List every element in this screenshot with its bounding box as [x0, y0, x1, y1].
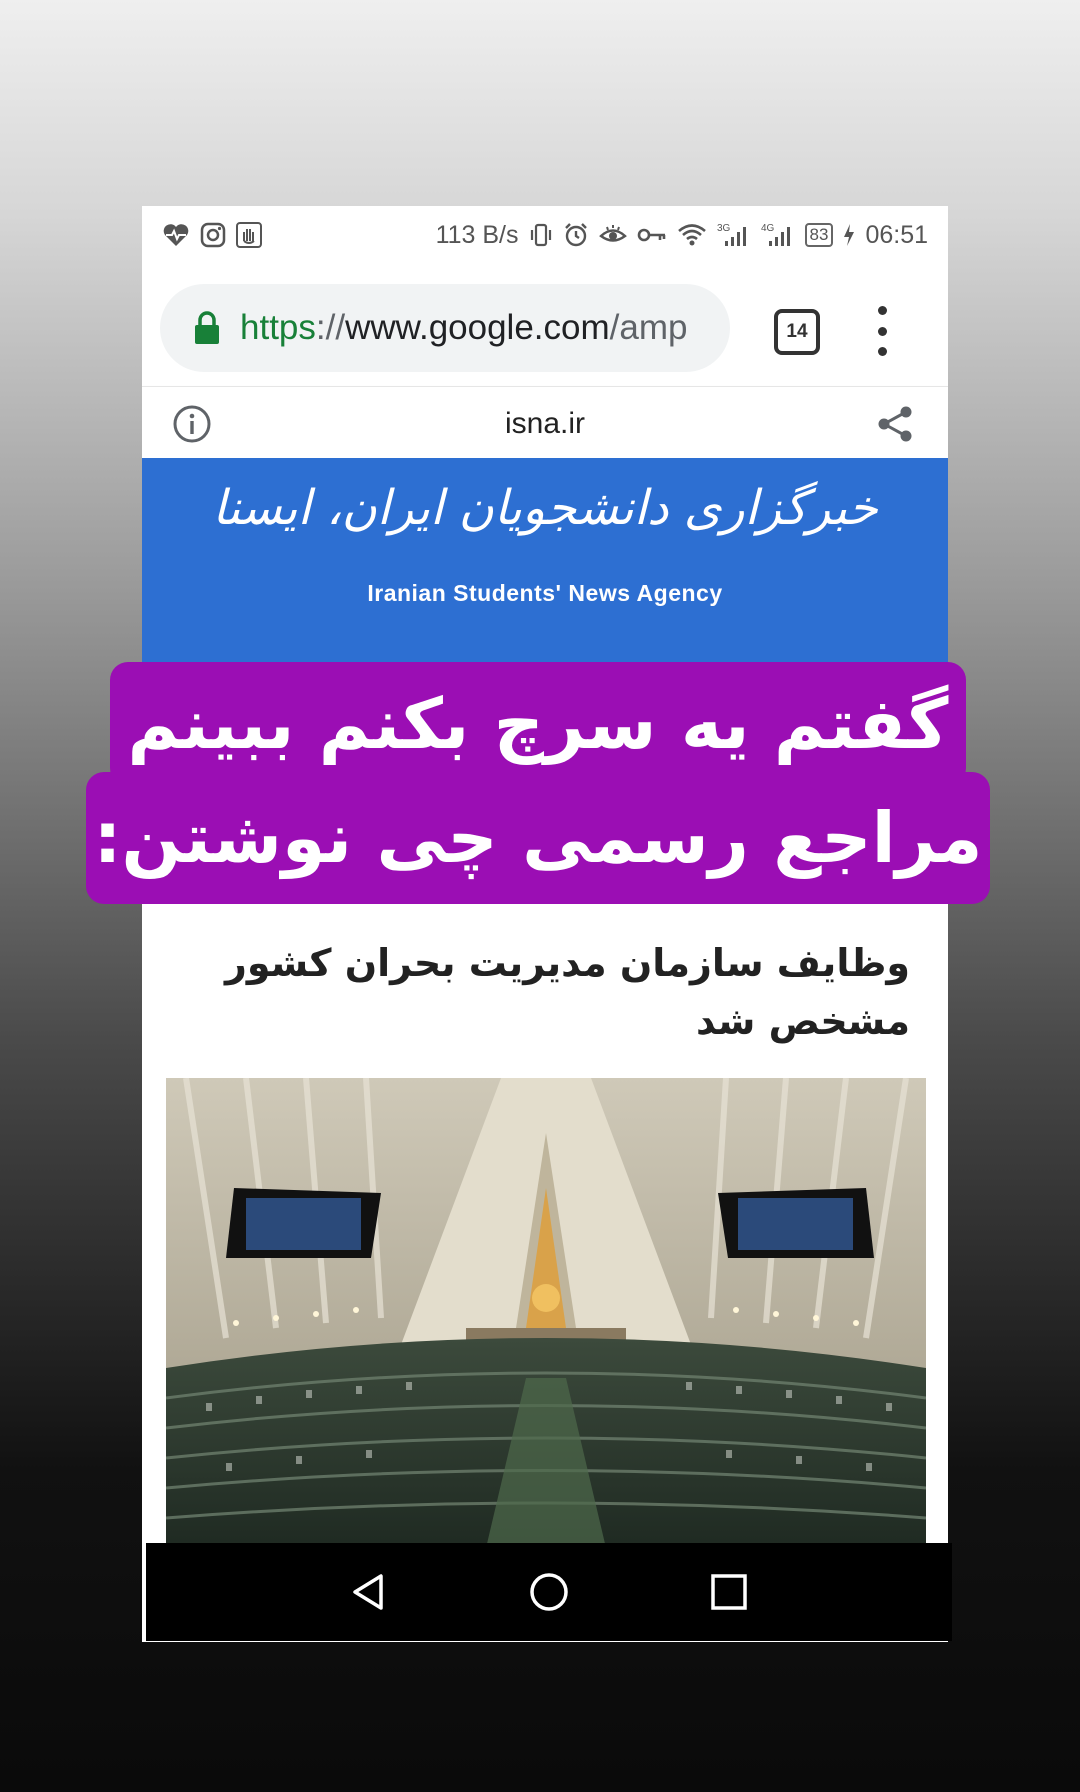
url-bar[interactable]: https://www.google.com/amp [160, 284, 730, 372]
recents-icon[interactable] [705, 1568, 753, 1616]
clock-time: 06:51 [865, 220, 928, 249]
lock-icon [195, 311, 219, 344]
phone-screen: 113 B/s 3G 4G 83 06:51 https://www.googl… [142, 206, 948, 1642]
url-path: /amp [609, 308, 688, 347]
amp-header: isna.ir [142, 386, 948, 461]
share-icon[interactable] [876, 404, 914, 444]
overflow-menu-icon[interactable] [872, 306, 892, 356]
url-host: www.google.com [345, 308, 610, 347]
story-caption: گفتم یه سرچ بکنم ببینم مراجع رسمی چی نوش… [0, 662, 1080, 912]
vpn-key-icon [637, 225, 667, 245]
android-nav-bar [146, 1543, 952, 1641]
caption-line-1: گفتم یه سرچ بکنم ببینم [110, 662, 966, 786]
tab-switcher-button[interactable]: 14 [774, 309, 820, 355]
isna-banner[interactable]: خبرگزاری دانشجویان ایران، ایسنا Iranian … [142, 458, 948, 668]
url-text: https://www.google.com/amp [240, 308, 687, 348]
signal-3g-icon: 3G [717, 222, 751, 248]
network-speed: 113 B/s [435, 220, 519, 249]
caption-line-2: مراجع رسمی چی نوشتن: [86, 772, 990, 904]
svg-text:3G: 3G [717, 223, 731, 234]
signal-4g-icon: 4G [761, 222, 795, 248]
battery-level: 83 [804, 223, 834, 247]
isna-logo-persian: خبرگزاری دانشجویان ایران، ایسنا [212, 480, 878, 536]
charging-icon [843, 223, 855, 247]
vibrate-icon [529, 222, 553, 248]
amp-domain: isna.ir [504, 407, 586, 440]
isna-logo-english: Iranian Students' News Agency [367, 580, 723, 606]
alarm-icon [563, 222, 589, 248]
parliament-hall-image [166, 1078, 926, 1548]
article-photo [166, 1078, 926, 1548]
info-icon[interactable] [172, 404, 212, 444]
svg-text:4G: 4G [761, 223, 775, 234]
browser-toolbar: https://www.google.com/amp 14 [142, 264, 948, 378]
back-icon[interactable] [345, 1568, 393, 1616]
heart-rate-icon [162, 222, 190, 248]
url-separator: :// [315, 308, 346, 347]
eye-comfort-icon [598, 223, 627, 247]
hand-app-icon [236, 222, 262, 248]
home-icon[interactable] [525, 1568, 573, 1616]
wifi-icon [677, 223, 707, 247]
instagram-icon [200, 222, 226, 248]
url-scheme: https [240, 308, 316, 347]
article-headline[interactable]: وظایف سازمان مدیریت بحران کشور مشخص شد [182, 934, 910, 1050]
status-bar: 113 B/s 3G 4G 83 06:51 [142, 206, 948, 264]
